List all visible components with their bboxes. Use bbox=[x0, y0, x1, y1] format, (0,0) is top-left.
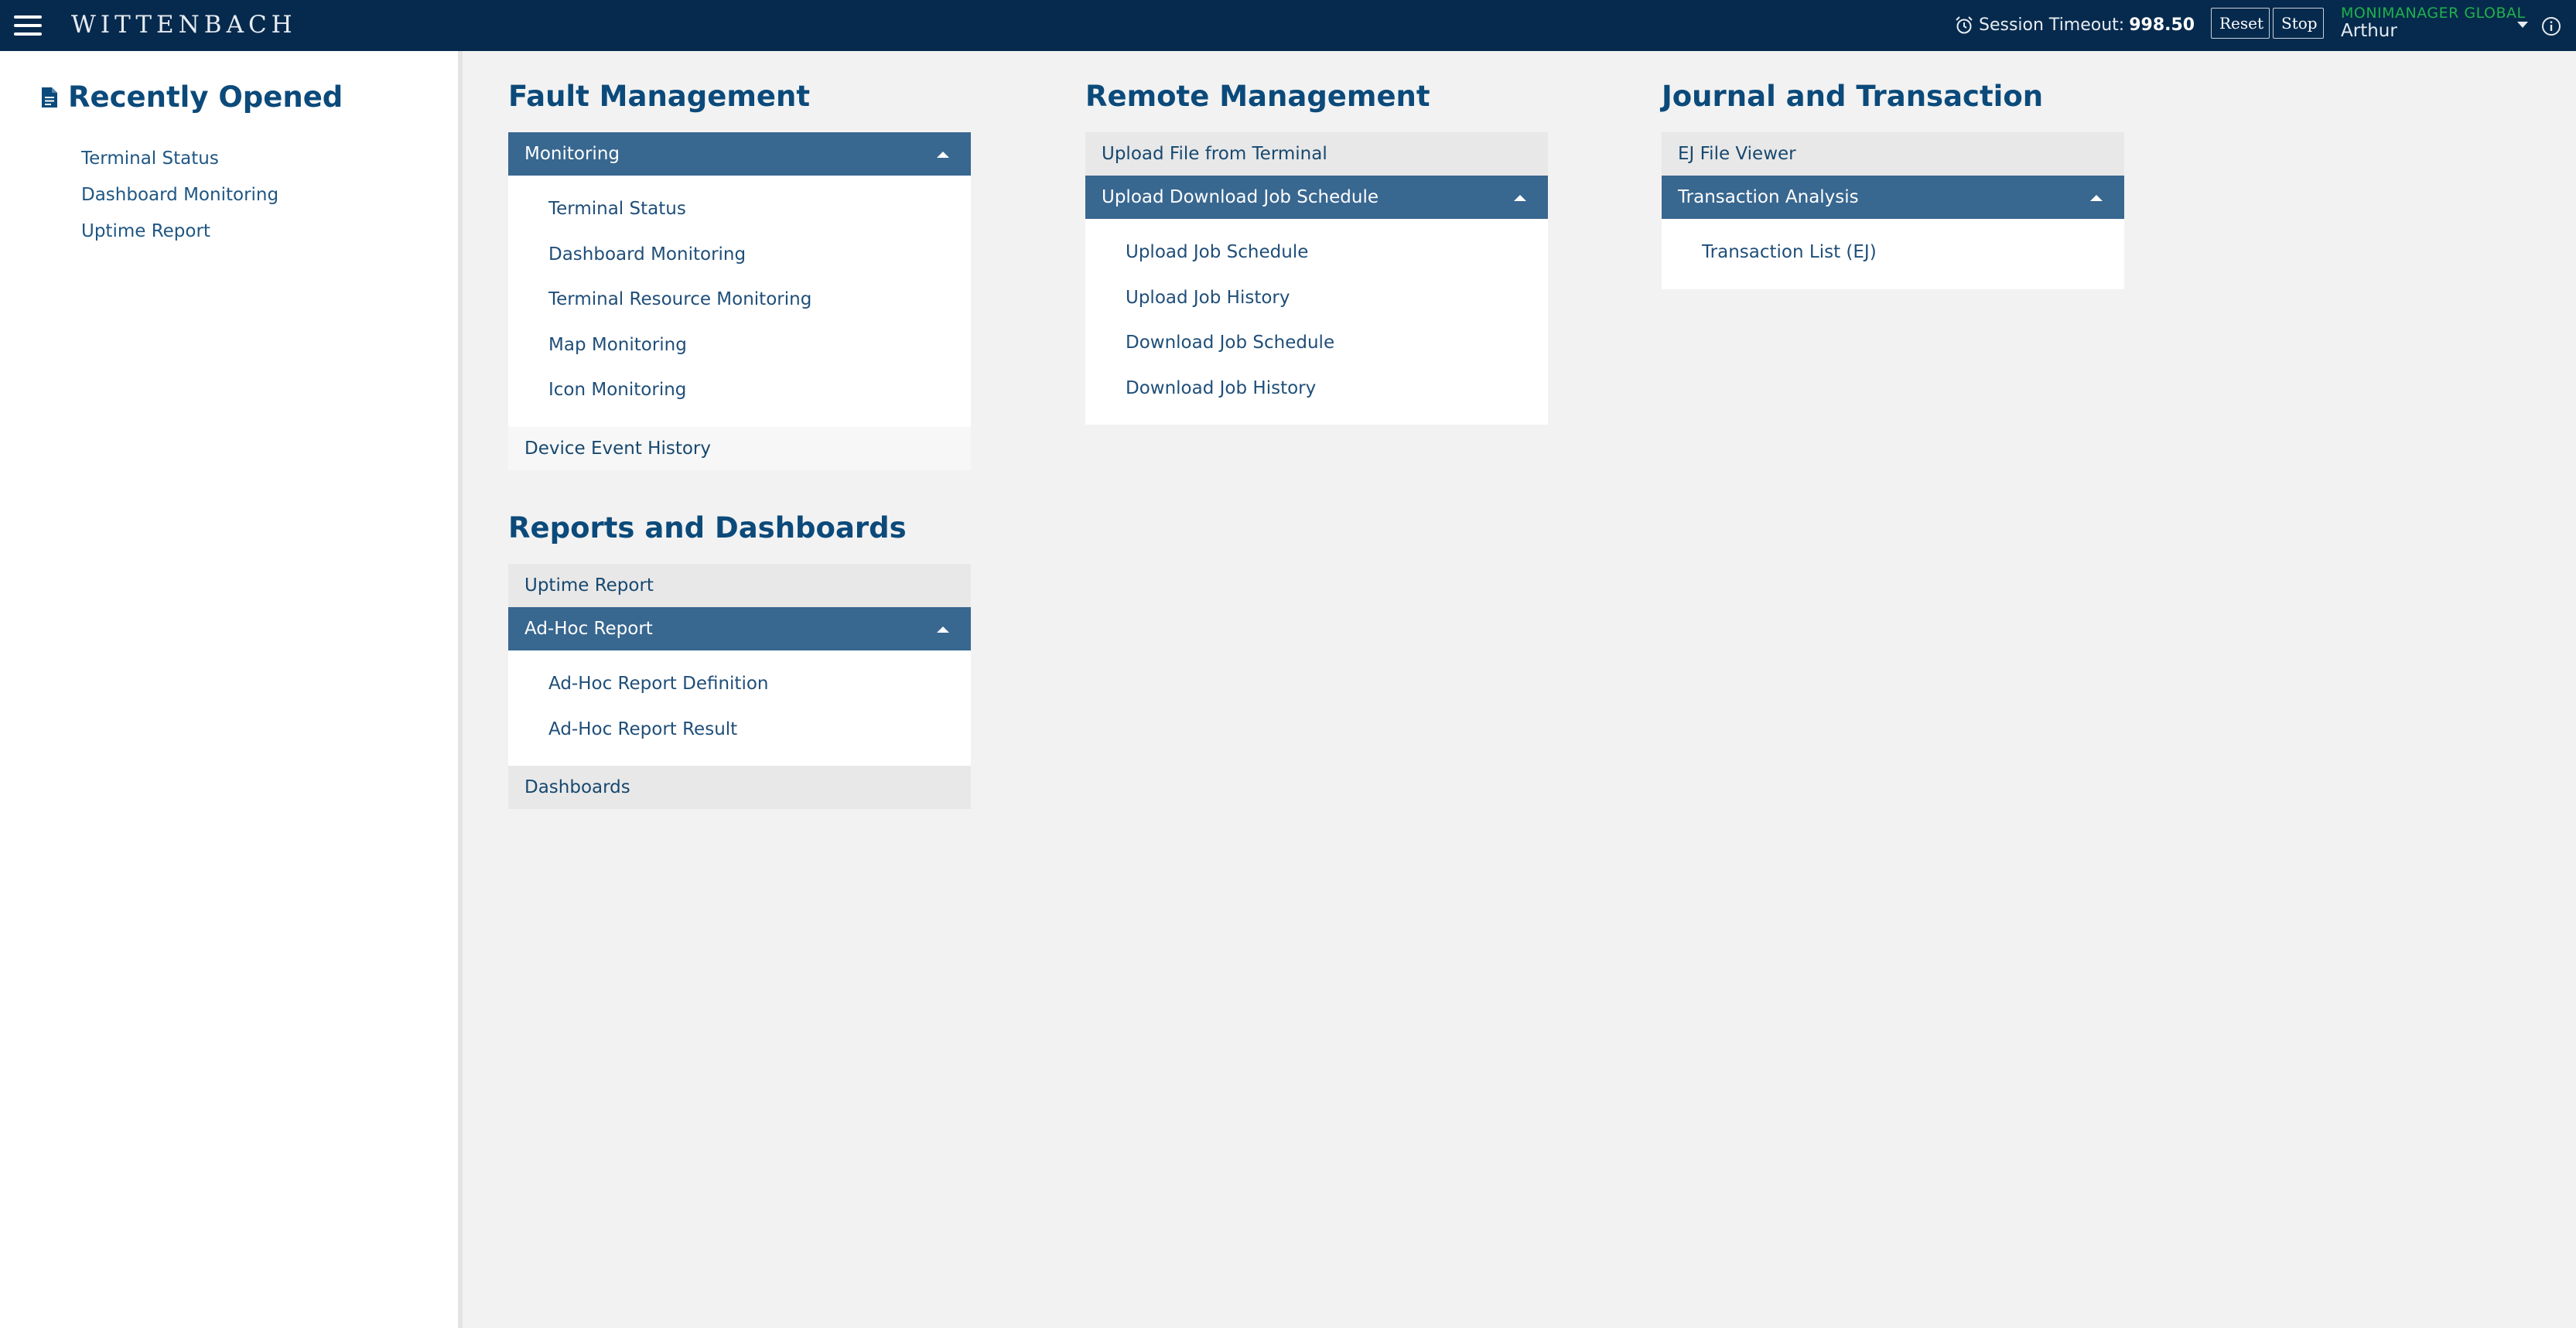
reset-button[interactable]: Reset bbox=[2211, 8, 2270, 39]
device-event-history-item[interactable]: Device Event History bbox=[508, 426, 971, 470]
menu-item-terminal-status[interactable]: Terminal Status bbox=[548, 186, 971, 232]
menu-item-dashboard-monitoring[interactable]: Dashboard Monitoring bbox=[548, 232, 971, 278]
user-menu[interactable]: MONIMANAGER GLOBAL Arthur bbox=[2341, 5, 2526, 46]
monitoring-header[interactable]: Monitoring bbox=[508, 132, 971, 176]
reports-dashboards-section: Reports and Dashboards Uptime Report Ad-… bbox=[508, 505, 971, 809]
recent-item-uptime-report[interactable]: Uptime Report bbox=[81, 213, 278, 250]
recent-item-dashboard-monitoring[interactable]: Dashboard Monitoring bbox=[81, 177, 278, 213]
hamburger-menu-icon[interactable] bbox=[14, 10, 45, 41]
recent-list: Terminal Status Dashboard Monitoring Upt… bbox=[81, 141, 278, 250]
upload-download-schedule-label: Upload Download Job Schedule bbox=[1102, 187, 1379, 207]
user-name: Arthur bbox=[2341, 21, 2397, 41]
caret-up-icon bbox=[937, 152, 949, 158]
journal-transaction-section: Journal and Transaction EJ File Viewer T… bbox=[1662, 73, 2124, 289]
menu-item-adhoc-report-result[interactable]: Ad-Hoc Report Result bbox=[548, 707, 971, 753]
recently-opened-sidebar: Recently Opened Terminal Status Dashboar… bbox=[0, 51, 463, 1328]
caret-up-icon bbox=[1514, 195, 1526, 201]
reports-dashboards-title: Reports and Dashboards bbox=[508, 511, 907, 545]
menu-item-map-monitoring[interactable]: Map Monitoring bbox=[548, 323, 971, 368]
ej-file-viewer-item[interactable]: EJ File Viewer bbox=[1662, 132, 2124, 176]
transaction-analysis-header[interactable]: Transaction Analysis bbox=[1662, 176, 2124, 219]
monitoring-submenu: Terminal Status Dashboard Monitoring Ter… bbox=[508, 176, 971, 427]
uptime-report-item[interactable]: Uptime Report bbox=[508, 564, 971, 607]
session-timeout: Session Timeout: 998.50 bbox=[1954, 13, 2195, 38]
recently-opened-title: Recently Opened bbox=[68, 80, 343, 114]
caret-up-icon bbox=[2090, 195, 2103, 201]
transaction-analysis-label: Transaction Analysis bbox=[1678, 187, 1859, 207]
caret-up-icon bbox=[937, 626, 949, 633]
adhoc-report-submenu: Ad-Hoc Report Definition Ad-Hoc Report R… bbox=[508, 650, 971, 766]
brand-logo: WITTENBACH bbox=[71, 11, 297, 39]
fault-management-section: Fault Management Monitoring Terminal Sta… bbox=[508, 73, 971, 470]
journal-transaction-title: Journal and Transaction bbox=[1662, 80, 2044, 113]
transaction-analysis-submenu: Transaction List (EJ) bbox=[1662, 219, 2124, 289]
alarm-clock-icon bbox=[1956, 16, 1973, 34]
stop-button[interactable]: Stop bbox=[2273, 8, 2324, 39]
organization-name: MONIMANAGER GLOBAL bbox=[2341, 5, 2526, 22]
upload-file-from-terminal-item[interactable]: Upload File from Terminal bbox=[1085, 132, 1548, 176]
menu-item-upload-job-history[interactable]: Upload Job History bbox=[1126, 275, 1548, 321]
adhoc-report-label: Ad-Hoc Report bbox=[524, 619, 653, 639]
dashboards-item[interactable]: Dashboards bbox=[508, 766, 971, 809]
menu-item-adhoc-report-definition[interactable]: Ad-Hoc Report Definition bbox=[548, 661, 971, 707]
menu-item-icon-monitoring[interactable]: Icon Monitoring bbox=[548, 367, 971, 413]
document-icon bbox=[42, 87, 57, 108]
upload-download-schedule-header[interactable]: Upload Download Job Schedule bbox=[1085, 176, 1548, 219]
session-timeout-value: 998.50 bbox=[2129, 15, 2195, 35]
menu-item-download-job-schedule[interactable]: Download Job Schedule bbox=[1126, 320, 1548, 366]
menu-item-download-job-history[interactable]: Download Job History bbox=[1126, 366, 1548, 411]
session-timeout-label: Session Timeout: bbox=[1979, 15, 2125, 35]
recently-opened-heading: Recently Opened bbox=[40, 77, 343, 118]
user-dropdown-caret-icon[interactable] bbox=[2517, 22, 2528, 28]
menu-item-upload-job-schedule[interactable]: Upload Job Schedule bbox=[1126, 230, 1548, 275]
menu-item-terminal-resource-monitoring[interactable]: Terminal Resource Monitoring bbox=[548, 277, 971, 323]
info-icon[interactable] bbox=[2540, 15, 2562, 37]
top-bar: WITTENBACH Session Timeout: 998.50 Reset… bbox=[0, 0, 2576, 51]
menu-item-transaction-list-ej[interactable]: Transaction List (EJ) bbox=[1702, 230, 2124, 275]
recent-item-terminal-status[interactable]: Terminal Status bbox=[81, 141, 278, 177]
monitoring-label: Monitoring bbox=[524, 144, 620, 164]
fault-management-title: Fault Management bbox=[508, 80, 811, 113]
remote-management-title: Remote Management bbox=[1085, 80, 1430, 113]
remote-management-section: Remote Management Upload File from Termi… bbox=[1085, 73, 1548, 425]
adhoc-report-header[interactable]: Ad-Hoc Report bbox=[508, 607, 971, 650]
job-schedule-submenu: Upload Job Schedule Upload Job History D… bbox=[1085, 219, 1548, 425]
